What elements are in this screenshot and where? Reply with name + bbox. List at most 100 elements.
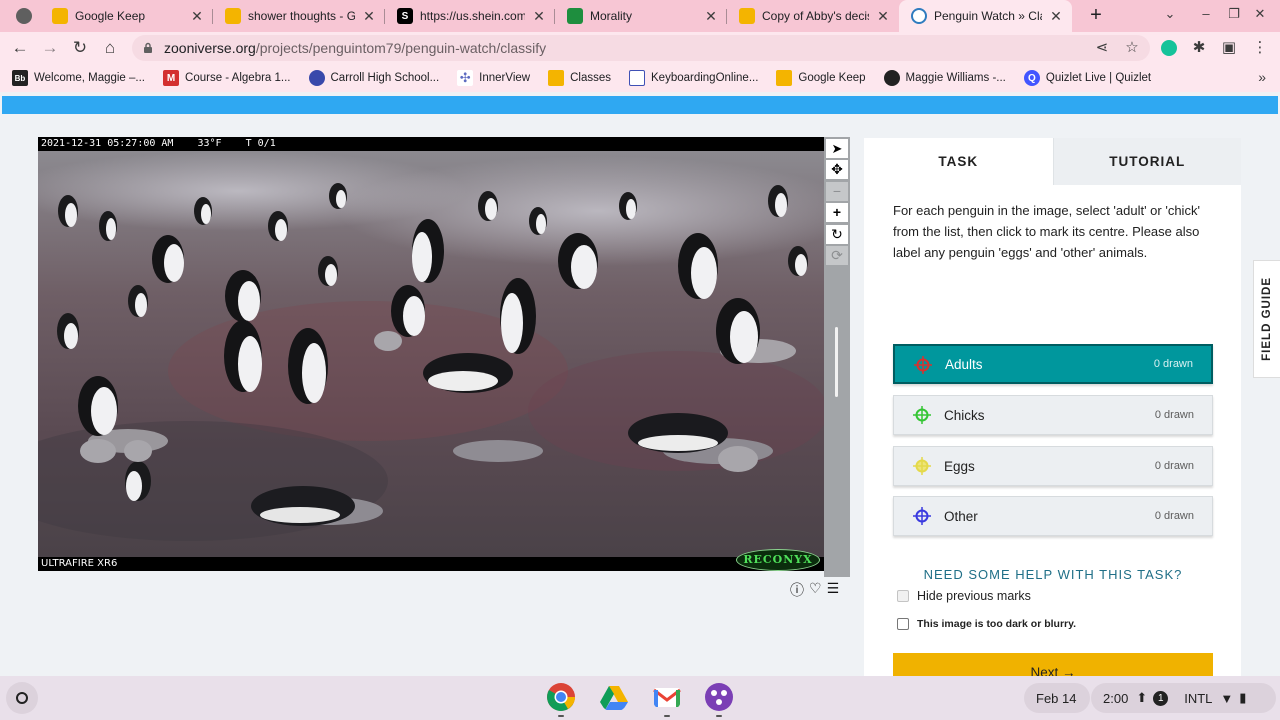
bookmark-quizlet-live[interactable]: Q Quizlet Live | Quizlet <box>1023 70 1151 86</box>
hide-previous-marks-checkbox[interactable]: Hide previous marks <box>897 589 1031 603</box>
bookmark-welcome-maggie[interactable]: Bb Welcome, Maggie –... <box>12 70 145 86</box>
option-label: Eggs <box>944 458 975 474</box>
chrome-icon[interactable] <box>546 682 576 712</box>
url-path: /projects/penguintom79/penguin-watch/cla… <box>255 40 547 56</box>
bookmark-label: Maggie Williams -... <box>905 72 1006 84</box>
side-panel-icon[interactable]: ▣ <box>1219 36 1239 60</box>
bookmark-course-algebra[interactable]: M Course - Algebra 1... <box>163 70 291 86</box>
tab-morality[interactable]: Morality ✕ <box>555 0 727 32</box>
tab-title: Penguin Watch » Clas <box>934 9 1042 23</box>
bookmark-label: KeyboardingOnline... <box>651 72 759 84</box>
menu-icon[interactable]: ⋮ <box>1250 36 1270 60</box>
system-tray[interactable]: 2:00 ⬆ 1 INTL ▼ ▮ <box>1091 683 1276 713</box>
tab-penguin-watch[interactable]: Penguin Watch » Clas ✕ <box>899 0 1072 32</box>
move-icon[interactable]: ✥ <box>826 160 848 179</box>
reload-icon[interactable]: ↻ <box>68 36 92 60</box>
app-launcher-purple-icon[interactable] <box>704 682 734 712</box>
tab-list: Google Keep ✕ shower thoughts - Goo ✕ S … <box>40 0 1072 32</box>
bookmark-classes[interactable]: Classes <box>548 70 611 86</box>
too-dark-checkbox[interactable]: This image is too dark or blurry. <box>897 618 1076 630</box>
minimize-icon[interactable]: – <box>1196 6 1216 21</box>
camera-temperature: 33°F <box>197 138 222 149</box>
docs-icon <box>225 8 241 24</box>
launcher-button[interactable] <box>6 682 38 714</box>
classroom-icon <box>548 70 565 86</box>
option-count: 0 drawn <box>1154 510 1194 522</box>
github-icon <box>883 70 900 86</box>
task-help-link[interactable]: NEED SOME HELP WITH THIS TASK? <box>893 567 1213 582</box>
option-count: 0 drawn <box>1154 460 1194 472</box>
camera-timestamp: 2021-12-31 05:27:00 AM <box>41 138 174 149</box>
option-chicks[interactable]: Chicks 0 drawn <box>893 395 1213 435</box>
bookmark-carroll-high[interactable]: Carroll High School... <box>308 70 440 86</box>
address-bar[interactable]: zooniverse.org/projects/penguintom79/pen… <box>132 35 1150 61</box>
zoom-in-icon[interactable]: + <box>826 203 848 222</box>
option-eggs[interactable]: Eggs 0 drawn <box>893 446 1213 486</box>
running-indicator <box>716 715 722 717</box>
google-drive-icon[interactable] <box>599 682 629 712</box>
bookmark-label: Google Keep <box>798 72 866 84</box>
annotate-cursor-icon[interactable]: ➤ <box>826 139 848 158</box>
subject-image-viewer[interactable]: 2021-12-31 05:27:00 AM 33°F T 0/1 ULTRAF… <box>38 137 824 571</box>
innerview-icon: ✣ <box>457 70 474 86</box>
back-icon[interactable]: ← <box>8 36 32 60</box>
option-adults[interactable]: Adults 0 drawn <box>893 344 1213 384</box>
field-guide-label: FIELD GUIDE <box>1261 277 1273 361</box>
restore-icon[interactable]: ❐ <box>1224 6 1244 22</box>
subject-actions: ⓘ ♡ ☰ <box>790 580 839 600</box>
keyboarding-icon <box>629 70 645 86</box>
share-icon[interactable]: ⋖ <box>1092 36 1112 60</box>
extensions-icon[interactable]: ✱ <box>1189 36 1209 60</box>
option-other[interactable]: Other 0 drawn <box>893 496 1213 536</box>
window-menu-icon[interactable] <box>16 8 32 24</box>
close-icon[interactable]: ✕ <box>1048 8 1064 25</box>
zoom-out-icon[interactable]: − <box>826 182 848 201</box>
date-tray[interactable]: Feb 14 <box>1024 683 1090 713</box>
gmail-icon[interactable] <box>652 682 682 712</box>
bookmark-google-keep[interactable]: Google Keep <box>776 70 866 86</box>
browser-toolbar: ← → ↻ ⌂ zooniverse.org/projects/penguint… <box>0 32 1280 64</box>
collections-list-icon[interactable]: ☰ <box>827 580 840 600</box>
tab-shein[interactable]: S https://us.shein.com/a ✕ <box>385 0 555 32</box>
grammarly-icon[interactable] <box>1161 40 1177 56</box>
penguin-colony-image[interactable] <box>38 151 824 557</box>
bookmark-maggie-williams[interactable]: Maggie Williams -... <box>883 70 1006 86</box>
close-icon[interactable]: ✕ <box>189 8 205 25</box>
reset-icon[interactable]: ⟳ <box>826 246 848 265</box>
crosshair-icon <box>913 507 931 525</box>
tab-tutorial[interactable]: TUTORIAL <box>1052 138 1241 185</box>
tab-title: Copy of Abby's decisio <box>762 9 869 23</box>
tab-search-icon[interactable]: ⌄ <box>1160 6 1180 22</box>
close-icon[interactable]: ✕ <box>361 8 377 25</box>
close-icon[interactable]: ✕ <box>875 8 891 25</box>
bookmark-label: Carroll High School... <box>330 72 440 84</box>
close-icon[interactable]: ✕ <box>531 8 547 25</box>
project-header-bar <box>2 96 1278 114</box>
close-icon[interactable]: ✕ <box>703 8 719 25</box>
home-icon[interactable]: ⌂ <box>98 36 122 60</box>
tab-abbys-decision[interactable]: Copy of Abby's decisio ✕ <box>727 0 899 32</box>
tab-shower-thoughts[interactable]: shower thoughts - Goo ✕ <box>213 0 385 32</box>
toolbar-scrollbar[interactable] <box>835 327 838 397</box>
more-bookmarks-icon[interactable]: » <box>1258 69 1266 85</box>
bookmark-star-icon[interactable]: ☆ <box>1122 36 1142 60</box>
new-tab-button[interactable]: + <box>1084 4 1108 28</box>
image-toolbar: ➤ ✥ − + ↻ ⟳ <box>824 137 850 577</box>
classroom-icon <box>567 8 583 24</box>
rotate-icon[interactable]: ↻ <box>826 225 848 244</box>
bookmark-label: Course - Algebra 1... <box>185 72 291 84</box>
favorite-heart-icon[interactable]: ♡ <box>809 580 822 600</box>
bookmark-label: Welcome, Maggie –... <box>34 72 146 84</box>
forward-icon[interactable]: → <box>38 36 62 60</box>
bookmark-innerview[interactable]: ✣ InnerView <box>457 70 530 86</box>
option-count: 0 drawn <box>1154 409 1194 421</box>
keep-icon <box>52 8 68 24</box>
tab-task[interactable]: TASK <box>864 138 1053 185</box>
tab-google-keep[interactable]: Google Keep ✕ <box>40 0 213 32</box>
info-icon[interactable]: ⓘ <box>790 580 804 600</box>
field-guide-tab[interactable]: FIELD GUIDE <box>1253 260 1280 378</box>
close-window-icon[interactable]: ✕ <box>1250 6 1270 22</box>
camera-trigger: T 0/1 <box>245 138 276 149</box>
page-content: 2021-12-31 05:27:00 AM 33°F T 0/1 ULTRAF… <box>0 92 1280 693</box>
bookmark-keyboarding[interactable]: KeyboardingOnline... <box>629 70 758 86</box>
